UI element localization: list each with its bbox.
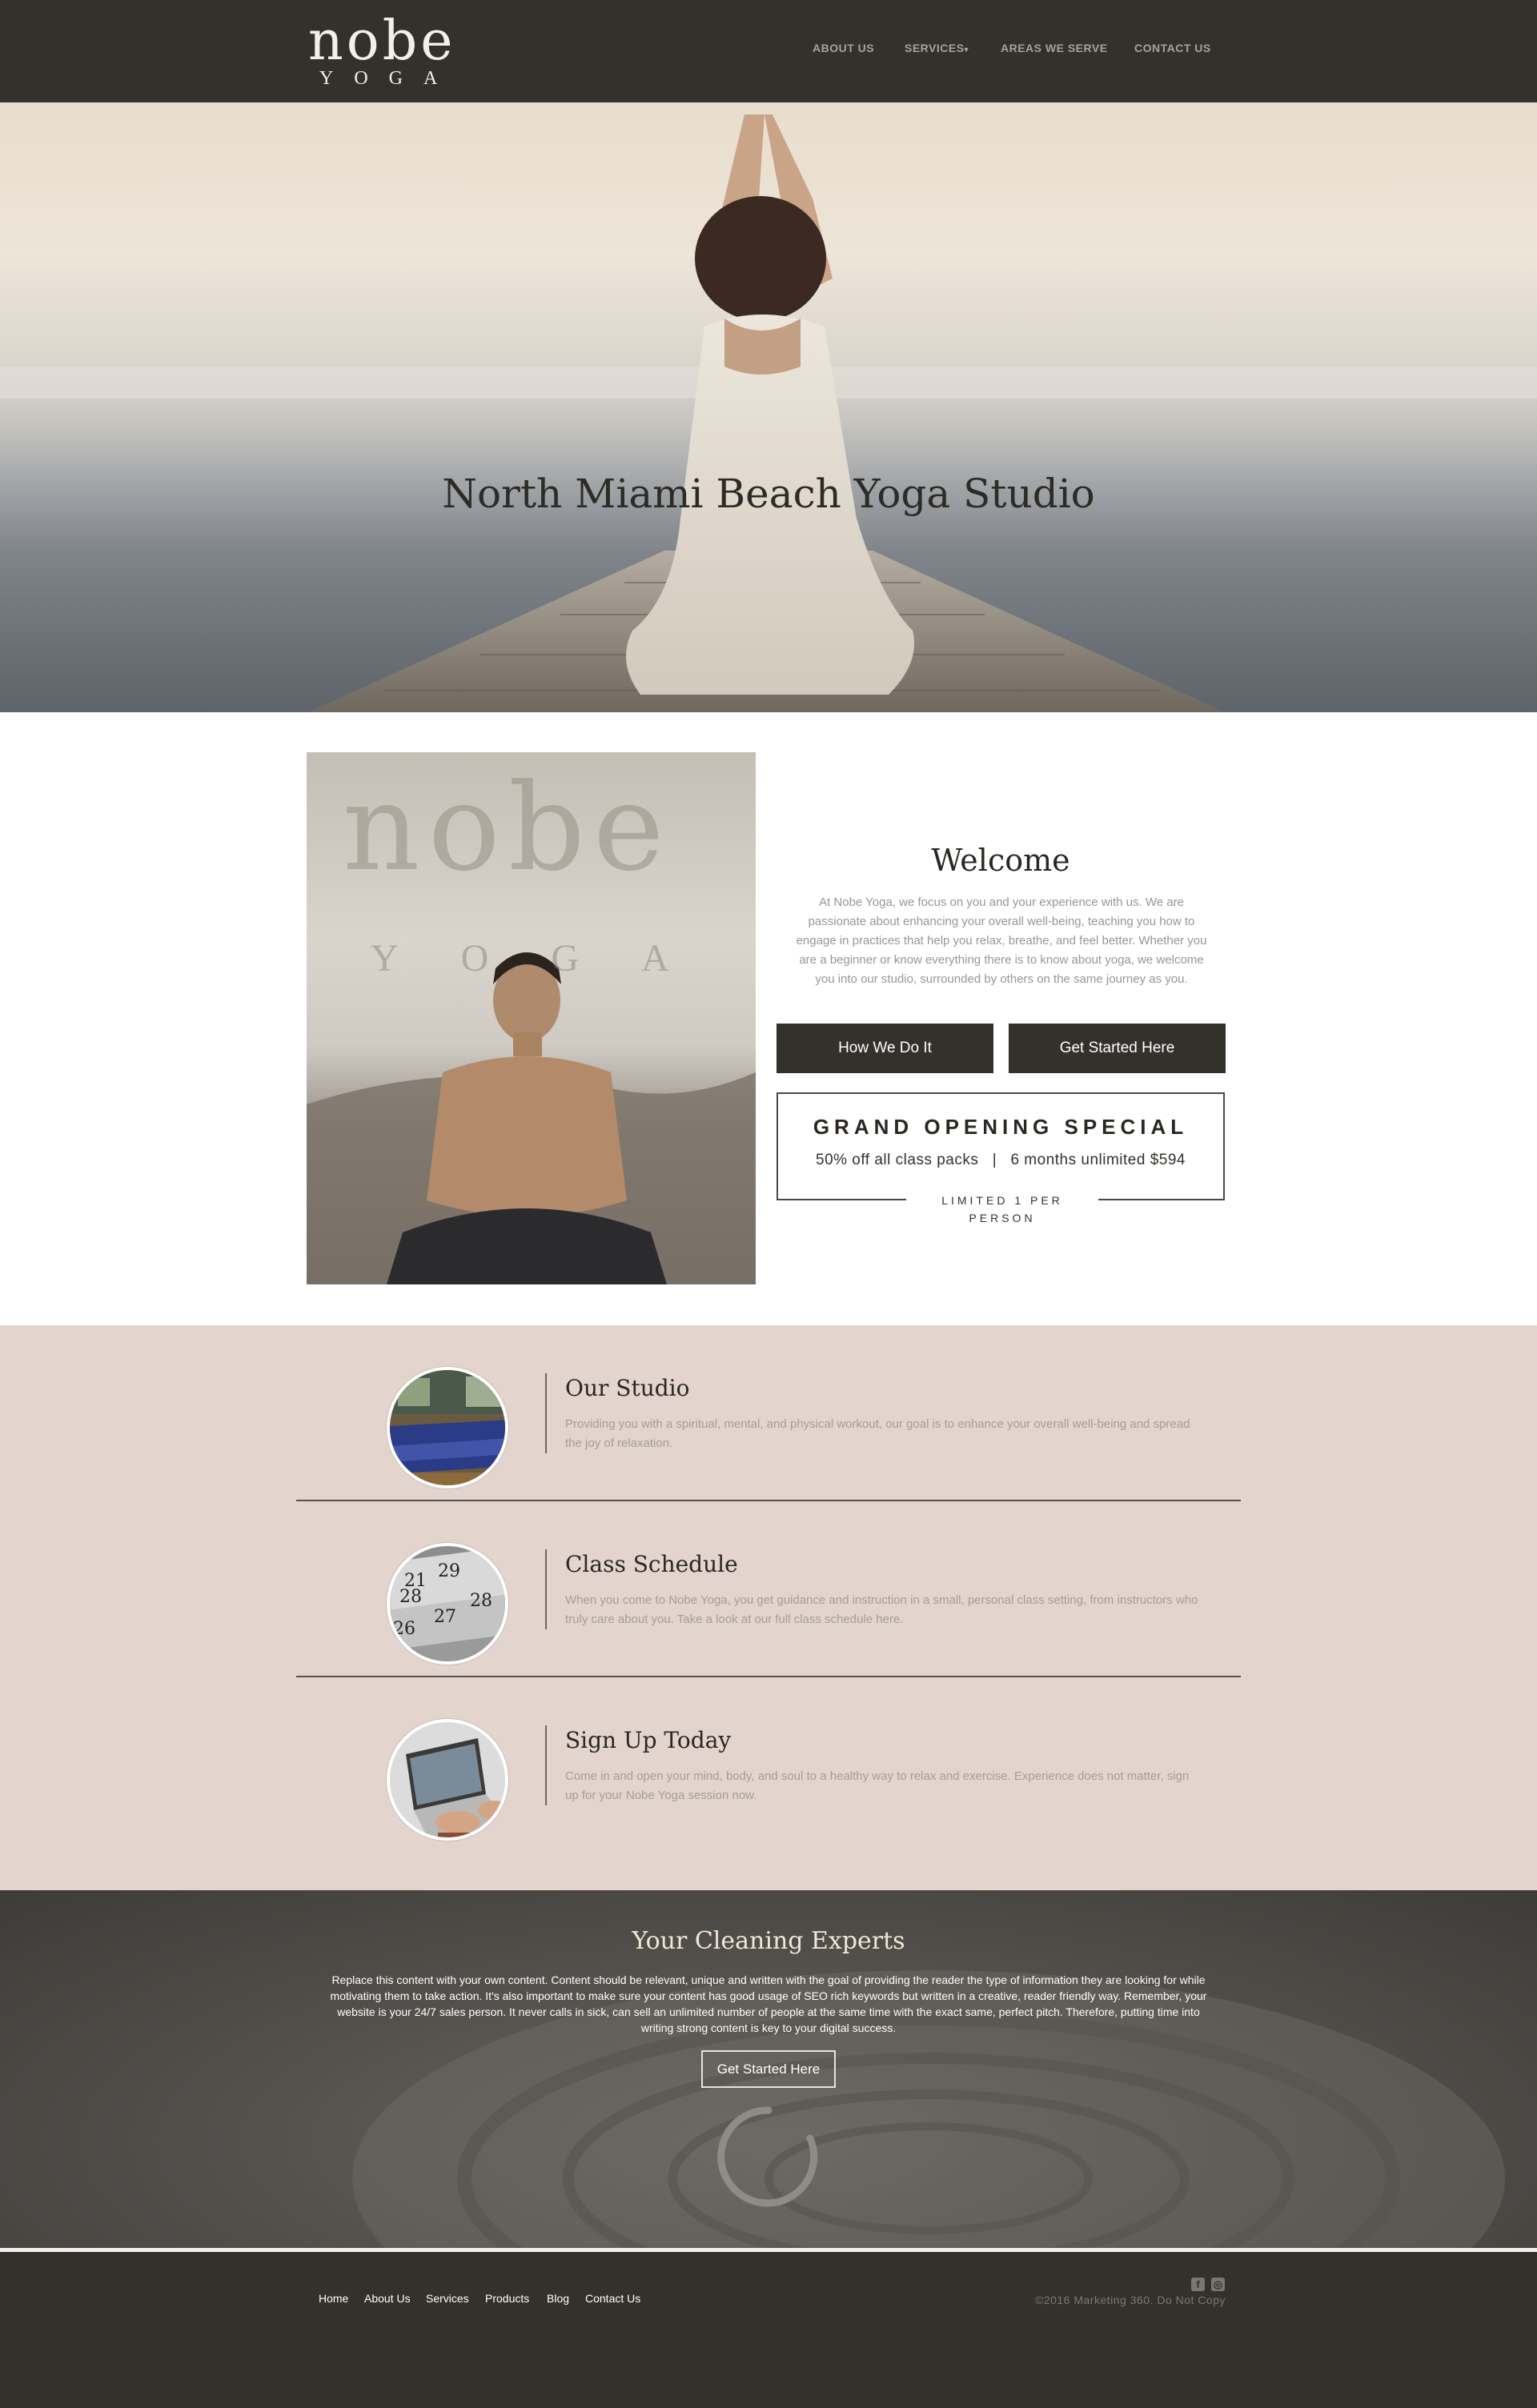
feature-our-studio: Our Studio Providing you with a spiritua… [296,1325,1241,1501]
nav-about-us[interactable]: ABOUT US [813,42,874,54]
studio-image[interactable] [387,1367,508,1488]
chevron-down-icon: ▾ [964,46,969,54]
cta-text: Replace this content with your own conte… [330,1973,1207,2034]
feature-title[interactable]: Our Studio [565,1375,689,1401]
feature-sign-up: Sign Up Today Come in and open your mind… [296,1677,1241,1853]
nav-services-label: SERVICES [905,42,965,54]
calendar-image[interactable]: 21 29 28 27 28 26 [387,1543,508,1665]
feature-divider-line [545,1549,547,1629]
nav-contact-us[interactable]: CONTACT US [1134,42,1211,54]
how-we-do-it-button[interactable]: How We Do It [777,1024,993,1073]
grand-opening-special: GRAND OPENING SPECIAL 50% off all class … [777,1092,1225,1224]
features-section: Our Studio Providing you with a spiritua… [0,1325,1537,1890]
feature-divider-line [545,1373,547,1453]
feature-title[interactable]: Class Schedule [565,1551,738,1577]
footer-link-contact-us[interactable]: Contact Us [585,2292,640,2305]
cta-section: Your Cleaning Experts Replace this conte… [0,1890,1537,2248]
nav-areas-we-serve[interactable]: AREAS WE SERVE [1001,42,1108,54]
promo-logo-subtitle: YOGA [371,937,732,980]
nav-services[interactable]: SERVICES▾ [905,42,969,54]
welcome-section: nobe YOGA Welcome At Nobe Yoga, we focus… [0,712,1537,1325]
hero-image [0,114,1537,712]
site-header: nobe YOGA ABOUT US SERVICES▾ AREAS WE SE… [0,0,1537,102]
calendar-number: 28 [470,1591,492,1611]
feature-class-schedule: 21 29 28 27 28 26 Class Schedule When yo… [296,1501,1241,1677]
footer-link-products[interactable]: Products [485,2292,529,2305]
cta-get-started-button[interactable]: Get Started Here [701,2050,836,2088]
site-footer: Home About Us Services Products Blog Con… [0,2252,1537,2408]
logo-wordmark: nobe [308,10,456,73]
special-offer: 50% off all class packs | 6 months unlim… [816,1152,1186,1168]
promo-image: nobe YOGA [307,752,756,1284]
special-limit: LIMITED 1 PER PERSON [906,1192,1098,1224]
promo-logo-wordmark: nobe [343,759,672,898]
hero-banner: North Miami Beach Yoga Studio [0,102,1537,712]
logo[interactable]: nobe YOGA [308,11,460,91]
logo-subtitle: YOGA [319,68,459,89]
hero-title: North Miami Beach Yoga Studio [442,471,1095,517]
footer-link-services[interactable]: Services [426,2292,469,2305]
special-title: GRAND OPENING SPECIAL [813,1115,1189,1139]
instagram-icon[interactable]: ◎ [1211,2278,1225,2291]
footer-link-about-us[interactable]: About Us [364,2292,411,2305]
feature-text: Come in and open your mind, body, and so… [565,1769,1190,1802]
laptop-image[interactable] [387,1719,508,1841]
calendar-number: 26 [393,1619,415,1639]
calendar-number: 27 [434,1607,456,1627]
calendar-number: 29 [438,1561,460,1581]
feature-text: When you come to Nobe Yoga, you get guid… [565,1593,1198,1626]
cta-title: Your Cleaning Experts [632,1927,905,1955]
facebook-icon[interactable]: f [1191,2278,1205,2291]
welcome-text: At Nobe Yoga, we focus on you and your e… [796,895,1207,986]
feature-divider-line [545,1725,547,1805]
feature-title[interactable]: Sign Up Today [565,1727,731,1753]
copyright-text: ©2016 Marketing 360. Do Not Copy [1035,2294,1226,2306]
footer-link-home[interactable]: Home [319,2292,348,2305]
welcome-title: Welcome [931,843,1070,878]
footer-link-blog[interactable]: Blog [547,2292,569,2305]
feature-text: Providing you with a spiritual, mental, … [565,1417,1190,1450]
get-started-button[interactable]: Get Started Here [1009,1024,1226,1073]
enso-circle-icon [717,2106,818,2207]
calendar-number: 28 [399,1587,422,1607]
